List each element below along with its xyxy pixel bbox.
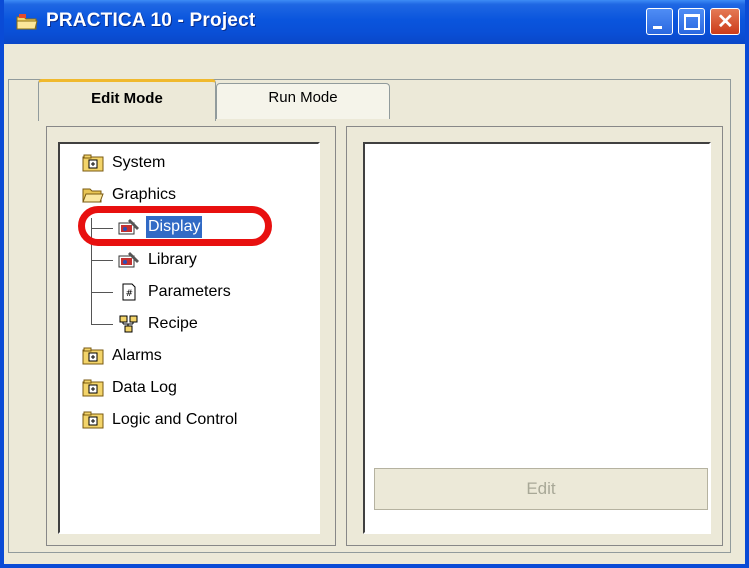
- tree-item-label: Graphics: [112, 186, 177, 203]
- tree-item-label: Parameters: [148, 283, 231, 300]
- maximize-button[interactable]: [678, 8, 705, 35]
- tab-run-mode[interactable]: Run Mode: [216, 83, 390, 119]
- folder-plus-icon: [82, 347, 104, 365]
- recipe-hierarchy-icon: [119, 315, 138, 333]
- tree-item-label: Library: [148, 251, 197, 268]
- tab-run-mode-label: Run Mode: [268, 89, 338, 106]
- tree-item-label: System: [112, 154, 166, 171]
- folder-open-icon: [82, 188, 104, 203]
- tree-connector-parameters: [91, 292, 113, 293]
- tree-connector-library: [91, 260, 113, 261]
- tree-item-label: Data Log: [112, 379, 177, 396]
- tree-item-label: Alarms: [112, 347, 162, 364]
- svg-text:#: #: [126, 289, 134, 299]
- folder-plus-icon: [82, 379, 104, 397]
- library-screen-icon: [118, 252, 139, 268]
- tab-edit-mode-label: Edit Mode: [91, 90, 163, 107]
- tree-item-label: Logic and Control: [112, 411, 238, 428]
- edit-button[interactable]: Edit: [374, 468, 708, 510]
- close-button[interactable]: ✕: [710, 8, 740, 35]
- folder-plus-icon: [82, 154, 104, 172]
- annotation-highlight-ring: [78, 206, 272, 246]
- parameters-document-icon: #: [122, 283, 136, 301]
- tree-item-label: Recipe: [148, 315, 198, 332]
- folder-plus-icon: [82, 411, 104, 429]
- close-icon: ✕: [717, 11, 734, 33]
- folder-project-icon: [16, 14, 38, 30]
- window-title: PRACTICA 10 - Project: [46, 10, 256, 31]
- tab-edit-mode[interactable]: Edit Mode: [38, 79, 216, 121]
- title-bar[interactable]: PRACTICA 10 - Project ✕: [4, 0, 745, 44]
- tree-connector-recipe: [91, 324, 113, 325]
- minimize-button[interactable]: [646, 8, 673, 35]
